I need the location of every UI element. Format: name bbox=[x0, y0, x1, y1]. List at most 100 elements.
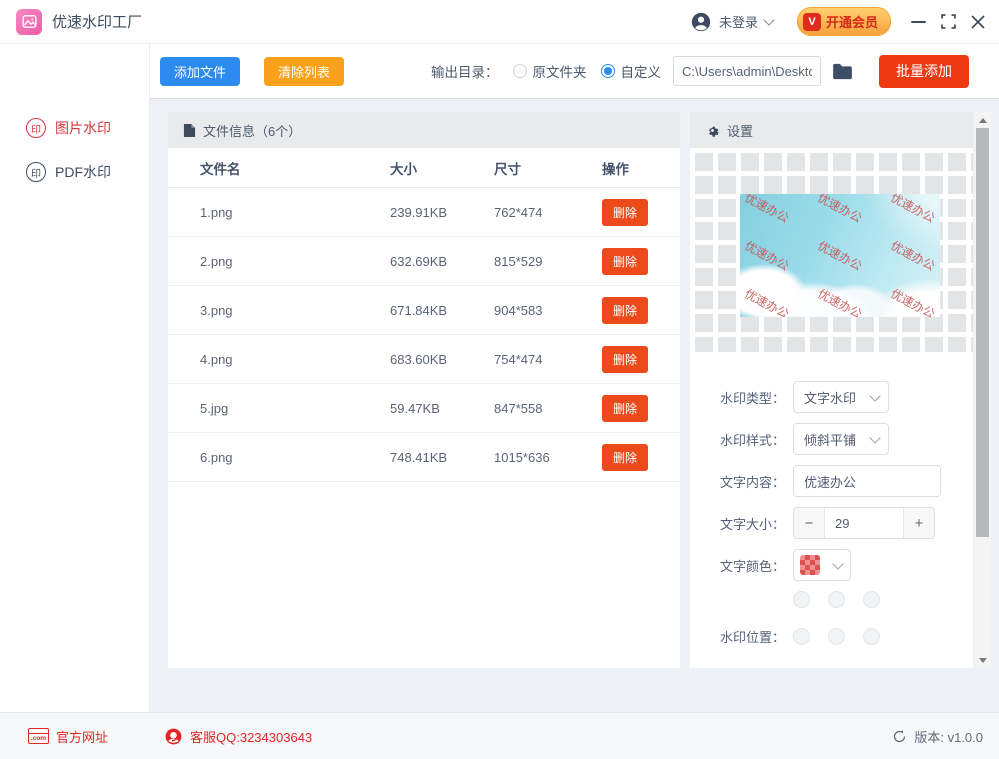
output-path-input[interactable] bbox=[673, 56, 821, 86]
official-website-link[interactable]: .com 官方网址 bbox=[28, 727, 108, 746]
file-info-title: 文件信息（6个） bbox=[203, 121, 301, 140]
table-row: 5.jpg 59.47KB 847*558 删除 bbox=[168, 384, 680, 433]
text-content-input[interactable] bbox=[793, 465, 941, 497]
delete-button[interactable]: 删除 bbox=[602, 395, 648, 422]
file-dimensions: 754*474 bbox=[494, 352, 602, 367]
text-size-stepper: − + bbox=[793, 507, 935, 539]
watermark-text: 优速办公 bbox=[741, 237, 791, 275]
delete-button[interactable]: 删除 bbox=[602, 444, 648, 471]
field-text-color: 文字颜色： bbox=[690, 549, 973, 581]
titlebar-right: 未登录 V 开通会员 bbox=[690, 7, 999, 37]
table-row: 2.png 632.69KB 815*529 删除 bbox=[168, 237, 680, 286]
text-size-input[interactable] bbox=[825, 508, 903, 538]
position-option[interactable] bbox=[828, 591, 845, 608]
support-qq-label: 客服QQ:3234303643 bbox=[190, 727, 312, 746]
color-swatch bbox=[800, 555, 820, 575]
sidebar-item-label: 图片水印 bbox=[55, 118, 111, 138]
sidebar-item-image-watermark[interactable]: 印 图片水印 bbox=[0, 106, 149, 150]
file-size: 671.84KB bbox=[390, 303, 494, 318]
watermark-style-select[interactable]: 倾斜平铺 bbox=[793, 423, 889, 455]
file-name: 4.png bbox=[200, 352, 390, 367]
open-vip-button[interactable]: V 开通会员 bbox=[797, 7, 891, 36]
stamp-icon: 印 bbox=[26, 118, 46, 138]
watermark-style-label: 水印样式： bbox=[690, 430, 785, 449]
document-icon bbox=[183, 123, 196, 138]
text-color-picker[interactable] bbox=[793, 549, 851, 581]
delete-button[interactable]: 删除 bbox=[602, 346, 648, 373]
radio-original-folder[interactable]: 原文件夹 bbox=[513, 61, 587, 81]
scroll-down-button[interactable] bbox=[974, 652, 991, 668]
watermark-text: 优速办公 bbox=[741, 284, 791, 317]
preview-image: 优速办公优速办公优速办公优速办公优速办公优速办公优速办公优速办公优速办公 bbox=[740, 194, 940, 317]
sidebar-item-pdf-watermark[interactable]: 印 PDF水印 bbox=[0, 150, 149, 194]
watermark-preview-area: 优速办公优速办公优速办公优速办公优速办公优速办公优速办公优速办公优速办公 bbox=[690, 148, 973, 352]
content-area: 文件信息（6个） 文件名 大小 尺寸 操作 1.png 239.91KB 762… bbox=[150, 99, 999, 712]
col-size: 大小 bbox=[390, 158, 494, 178]
chevron-down-icon bbox=[832, 558, 843, 569]
minimize-button[interactable] bbox=[903, 7, 933, 37]
chevron-down-icon bbox=[869, 432, 880, 443]
table-row: 1.png 239.91KB 762*474 删除 bbox=[168, 188, 680, 237]
radio-icon bbox=[513, 64, 527, 78]
vip-badge-icon: V bbox=[803, 13, 821, 31]
table-row: 4.png 683.60KB 754*474 删除 bbox=[168, 335, 680, 384]
position-row-middle: 水印位置： bbox=[690, 628, 973, 645]
output-dir-label: 输出目录： bbox=[431, 61, 499, 81]
radio-custom-folder[interactable]: 自定义 bbox=[601, 61, 662, 81]
decrease-button[interactable]: − bbox=[794, 508, 825, 538]
triangle-up-icon bbox=[979, 118, 987, 123]
file-name: 5.jpg bbox=[200, 401, 390, 416]
position-option[interactable] bbox=[828, 628, 845, 645]
version-info[interactable]: 版本: v1.0.0 bbox=[892, 727, 983, 746]
browse-folder-button[interactable] bbox=[830, 61, 855, 82]
file-dimensions: 847*558 bbox=[494, 401, 602, 416]
increase-button[interactable]: + bbox=[903, 508, 934, 538]
field-watermark-type: 水印类型： 文字水印 bbox=[690, 381, 973, 413]
watermark-type-select[interactable]: 文字水印 bbox=[793, 381, 889, 413]
settings-scrollbar[interactable] bbox=[974, 112, 991, 668]
file-dimensions: 1015*636 bbox=[494, 450, 602, 465]
support-qq-link[interactable]: 客服QQ:3234303643 bbox=[164, 727, 312, 746]
gear-icon bbox=[705, 123, 720, 138]
watermark-text: 优速办公 bbox=[815, 194, 865, 227]
delete-button[interactable]: 删除 bbox=[602, 248, 648, 275]
scroll-up-button[interactable] bbox=[974, 112, 991, 128]
position-option[interactable] bbox=[863, 591, 880, 608]
version-label: 版本: v1.0.0 bbox=[914, 727, 983, 746]
file-name: 6.png bbox=[200, 450, 390, 465]
table-header: 文件名 大小 尺寸 操作 bbox=[168, 148, 680, 188]
col-action: 操作 bbox=[602, 158, 680, 178]
batch-add-button[interactable]: 批量添加 bbox=[879, 55, 969, 88]
field-text-size: 文字大小： − + bbox=[690, 507, 973, 539]
close-button[interactable] bbox=[963, 7, 993, 37]
file-name: 3.png bbox=[200, 303, 390, 318]
settings-panel: 设置 优速办公优速办公优速办公优速办公优速办公优速办公优速办公优速办公优速办公 … bbox=[690, 112, 973, 668]
delete-button[interactable]: 删除 bbox=[602, 297, 648, 324]
clear-list-button[interactable]: 清除列表 bbox=[264, 57, 344, 86]
watermark-text: 优速办公 bbox=[888, 194, 938, 227]
position-row-top bbox=[793, 591, 973, 608]
position-option[interactable] bbox=[793, 628, 810, 645]
file-table-body: 1.png 239.91KB 762*474 删除 2.png 632.69KB… bbox=[168, 188, 680, 482]
website-icon: .com bbox=[28, 728, 49, 744]
file-dimensions: 904*583 bbox=[494, 303, 602, 318]
file-size: 748.41KB bbox=[390, 450, 494, 465]
position-option[interactable] bbox=[863, 628, 880, 645]
maximize-button[interactable] bbox=[933, 7, 963, 37]
position-option[interactable] bbox=[793, 591, 810, 608]
radio-checked-icon bbox=[601, 64, 615, 78]
delete-button[interactable]: 删除 bbox=[602, 199, 648, 226]
add-files-button[interactable]: 添加文件 bbox=[160, 57, 240, 86]
table-row: 3.png 671.84KB 904*583 删除 bbox=[168, 286, 680, 335]
field-text-content: 文字内容： bbox=[690, 465, 973, 497]
scrollbar-thumb[interactable] bbox=[976, 128, 989, 537]
login-menu[interactable]: 未登录 bbox=[690, 11, 773, 33]
watermark-type-label: 水印类型： bbox=[690, 388, 785, 407]
login-status: 未登录 bbox=[719, 12, 758, 31]
field-watermark-style: 水印样式： 倾斜平铺 bbox=[690, 423, 973, 455]
sidebar: 印 图片水印 印 PDF水印 bbox=[0, 44, 150, 712]
vip-label: 开通会员 bbox=[826, 12, 878, 31]
maximize-icon bbox=[941, 14, 956, 29]
settings-form: 水印类型： 文字水印 水印样式： 倾斜平铺 文字内容： bbox=[690, 352, 973, 645]
file-dimensions: 815*529 bbox=[494, 254, 602, 269]
